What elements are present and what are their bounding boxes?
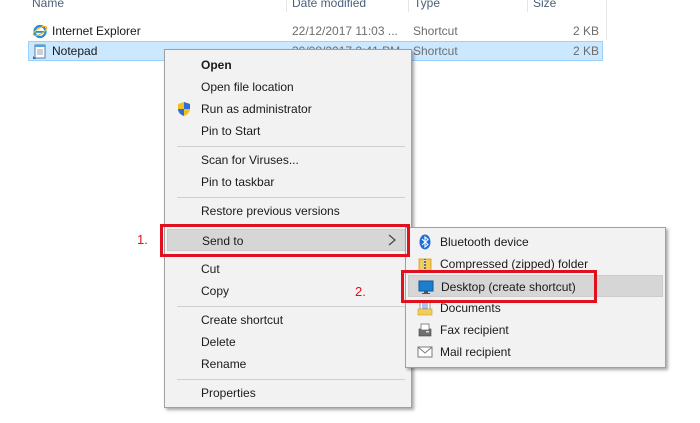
pane-divider xyxy=(606,0,607,40)
submenu-item-bluetooth-device[interactable]: Bluetooth device xyxy=(408,231,663,253)
file-type: Shortcut xyxy=(413,44,458,58)
menu-item-properties[interactable]: Properties xyxy=(167,382,409,404)
menu-item-open[interactable]: Open xyxy=(167,54,409,76)
menu-item-restore-previous-versions[interactable]: Restore previous versions xyxy=(167,200,409,222)
column-divider[interactable] xyxy=(527,0,528,12)
file-size: 2 KB xyxy=(572,44,599,58)
file-name: Internet Explorer xyxy=(52,24,141,38)
annotation-step-2: 2. xyxy=(355,284,366,299)
menu-separator xyxy=(177,306,405,307)
menu-item-delete[interactable]: Delete xyxy=(167,331,409,353)
column-type[interactable]: Type xyxy=(414,0,440,10)
mail-icon xyxy=(417,346,433,358)
highlight-box-desktop-shortcut xyxy=(401,270,597,303)
column-headers: Name Date modified Type Size xyxy=(0,0,700,12)
file-size: 2 KB xyxy=(572,24,599,38)
fax-icon xyxy=(418,323,432,337)
menu-separator xyxy=(177,379,405,380)
column-size[interactable]: Size xyxy=(533,0,556,10)
submenu-item-fax-recipient[interactable]: Fax recipient xyxy=(408,319,663,341)
column-divider[interactable] xyxy=(286,0,287,12)
column-divider[interactable] xyxy=(408,0,409,12)
menu-separator xyxy=(177,146,405,147)
submenu-item-mail-recipient[interactable]: Mail recipient xyxy=(408,341,663,363)
menu-item-create-shortcut[interactable]: Create shortcut xyxy=(167,309,409,331)
menu-item-open-file-location[interactable]: Open file location xyxy=(167,76,409,98)
internet-explorer-icon xyxy=(32,24,48,39)
menu-item-run-as-administrator[interactable]: Run as administrator xyxy=(167,98,409,120)
highlight-box-send-to xyxy=(160,224,410,257)
column-name[interactable]: Name xyxy=(32,0,64,10)
menu-item-copy[interactable]: Copy xyxy=(167,280,409,302)
file-type: Shortcut xyxy=(413,24,458,38)
file-row-internet-explorer[interactable]: Internet Explorer 22/12/2017 11:03 ... S… xyxy=(28,21,603,41)
file-date: 22/12/2017 11:03 ... xyxy=(292,24,398,38)
file-name: Notepad xyxy=(52,44,98,58)
annotation-step-1: 1. xyxy=(137,232,148,247)
menu-item-cut[interactable]: Cut xyxy=(167,258,409,280)
menu-item-rename[interactable]: Rename xyxy=(167,353,409,375)
uac-shield-icon xyxy=(178,102,190,116)
column-date-modified[interactable]: Date modified xyxy=(292,0,366,10)
menu-separator xyxy=(177,197,405,198)
bluetooth-icon xyxy=(419,234,431,250)
menu-item-pin-to-start[interactable]: Pin to Start xyxy=(167,120,409,142)
notepad-icon xyxy=(33,44,46,59)
menu-item-pin-to-taskbar[interactable]: Pin to taskbar xyxy=(167,171,409,193)
menu-item-scan-for-viruses[interactable]: Scan for Viruses... xyxy=(167,149,409,171)
